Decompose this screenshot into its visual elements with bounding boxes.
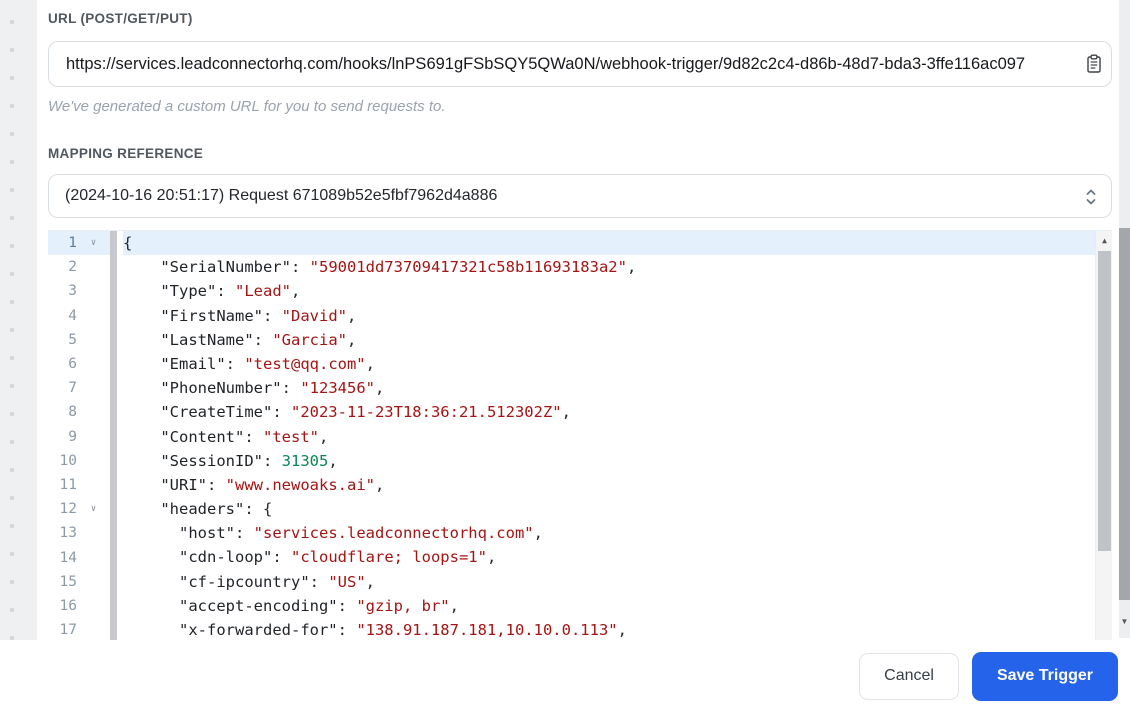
editor-gutter: 1 ∨ 2 3 4 5 6 7 8 9 10 11 12 ∨ 13 14 15 16 17 — [48, 231, 110, 641]
line-number: 8 — [68, 404, 77, 421]
page-scroll-down-arrow-icon[interactable]: ▼ — [1119, 608, 1130, 634]
line-number: 6 — [68, 356, 77, 373]
gutter-row: 10 — [48, 449, 110, 473]
json-code-editor[interactable]: 1 ∨ 2 3 4 5 6 7 8 9 10 11 12 ∨ 13 14 15 16 17 { "SerialNum… — [48, 230, 1112, 641]
code-line: "accept-encoding": "gzip, br", — [179, 596, 459, 615]
line-number: 12 — [59, 501, 77, 518]
webhook-url-input[interactable]: https://services.leadconnectorhq.com/hoo… — [48, 41, 1112, 87]
code-line: "SessionID": 31305, — [160, 451, 338, 470]
gutter-row: 16 — [48, 594, 110, 618]
page-scrollbar[interactable]: ▼ — [1119, 0, 1130, 638]
url-field-label: URL (POST/GET/PUT) — [48, 11, 193, 26]
line-number: 11 — [59, 476, 77, 493]
code-line: "CreateTime": "2023-11-23T18:36:21.51230… — [160, 403, 571, 422]
gutter-row: 8 — [48, 400, 110, 424]
backdrop-dot-pattern — [0, 0, 37, 712]
fold-arrow-icon[interactable]: ∨ — [77, 497, 110, 521]
code-line: "SerialNumber": "59001dd73709417321c58b1… — [160, 258, 637, 277]
code-line: "LastName": "Garcia", — [160, 330, 357, 349]
gutter-row: 11 — [48, 473, 110, 497]
code-line: "cdn-loop": "cloudflare; loops=1", — [179, 548, 497, 567]
line-number: 2 — [68, 259, 77, 276]
line-number: 3 — [68, 283, 77, 300]
line-number: 7 — [68, 380, 77, 397]
code-line: "Type": "Lead", — [160, 282, 301, 301]
editor-scrollbar-thumb[interactable] — [1098, 251, 1111, 551]
mapping-reference-selected-value: (2024-10-16 20:51:17) Request 671089b52e… — [65, 187, 498, 204]
code-line: { — [123, 231, 1095, 256]
gutter-row: 9 — [48, 425, 110, 449]
line-number: 15 — [59, 573, 77, 590]
line-number: 10 — [59, 452, 77, 469]
page-scrollbar-thumb[interactable] — [1119, 228, 1130, 600]
editor-gutter-divider — [110, 231, 117, 641]
gutter-row: 17 — [48, 618, 110, 641]
cancel-button[interactable]: Cancel — [859, 652, 959, 700]
gutter-row: 14 — [48, 545, 110, 569]
code-line: "x-forwarded-for": "138.91.187.181,10.10… — [179, 621, 627, 639]
gutter-row: 5 — [48, 328, 110, 352]
editor-code[interactable]: { "SerialNumber": "59001dd73709417321c58… — [123, 231, 1095, 641]
code-line: "headers": { — [160, 500, 273, 519]
code-line: "Content": "test", — [160, 427, 329, 446]
editor-scroll-up-arrow-icon[interactable]: ▲ — [1096, 231, 1112, 249]
editor-scrollbar[interactable]: ▲ — [1095, 231, 1112, 641]
up-down-chevron-icon — [1084, 186, 1098, 213]
gutter-row: 6 — [48, 352, 110, 376]
line-number: 14 — [59, 549, 77, 566]
line-number: 13 — [59, 525, 77, 542]
line-number: 5 — [68, 331, 77, 348]
code-line: "cf-ipcountry": "US", — [179, 572, 375, 591]
code-line: "Email": "test@qq.com", — [160, 354, 375, 373]
code-line: "URI": "www.newoaks.ai", — [160, 475, 385, 494]
code-line: "PhoneNumber": "123456", — [160, 379, 385, 398]
mapping-reference-label: MAPPING REFERENCE — [48, 146, 204, 161]
modal-footer: Cancel Save Trigger — [0, 640, 1130, 712]
copy-url-button[interactable] — [1084, 53, 1104, 77]
mapping-reference-select[interactable]: (2024-10-16 20:51:17) Request 671089b52e… — [48, 174, 1112, 218]
fold-arrow-icon[interactable]: ∨ — [77, 231, 110, 255]
webhook-url-value: https://services.leadconnectorhq.com/hoo… — [66, 54, 1026, 73]
gutter-row: 15 — [48, 570, 110, 594]
gutter-row: 7 — [48, 376, 110, 400]
webhook-settings-panel: URL (POST/GET/PUT) https://services.lead… — [48, 0, 1112, 641]
gutter-row: 12 ∨ — [48, 497, 110, 521]
line-number: 9 — [68, 428, 77, 445]
line-number: 17 — [59, 622, 77, 639]
code-line: "host": "services.leadconnectorhq.com", — [179, 524, 543, 543]
gutter-row: 13 — [48, 521, 110, 545]
gutter-row: 4 — [48, 304, 110, 328]
url-helper-text: We've generated a custom URL for you to … — [48, 98, 446, 115]
line-number: 1 — [68, 235, 77, 252]
gutter-row: 1 ∨ — [48, 231, 110, 256]
line-number: 4 — [68, 307, 77, 324]
save-trigger-button[interactable]: Save Trigger — [971, 651, 1118, 701]
gutter-row: 2 — [48, 255, 110, 279]
line-number: 16 — [59, 597, 77, 614]
clipboard-icon — [1086, 54, 1102, 77]
gutter-row: 3 — [48, 279, 110, 303]
code-line: "FirstName": "David", — [160, 306, 357, 325]
